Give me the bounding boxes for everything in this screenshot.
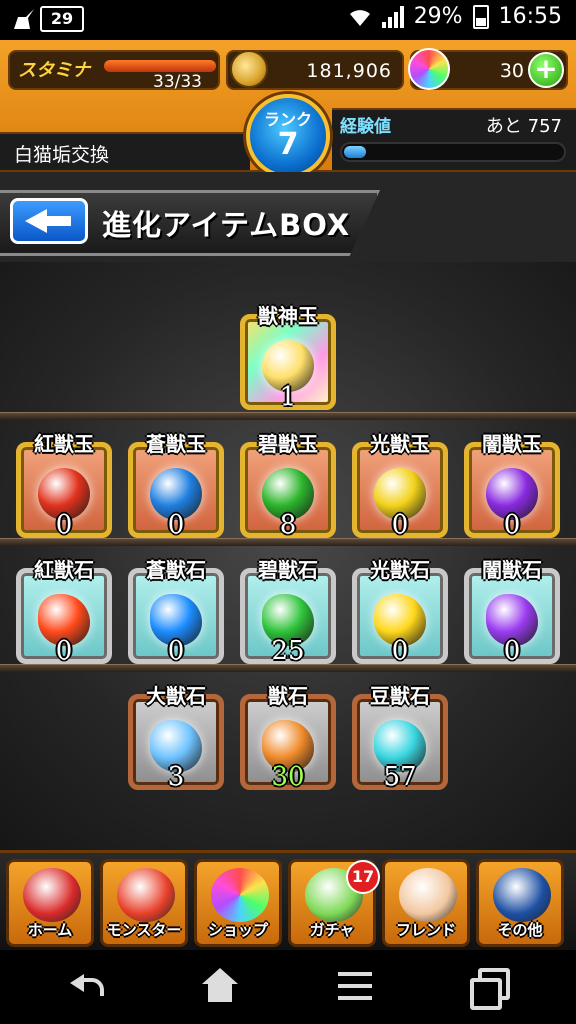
nav-label: ガチャ bbox=[309, 921, 355, 939]
nav-radar[interactable]: その他 bbox=[476, 859, 564, 947]
radar-icon bbox=[493, 868, 551, 922]
player-name-panel: 白猫垢交換 bbox=[0, 132, 250, 170]
item-orbs-3[interactable]: 光獣玉 0 bbox=[352, 428, 448, 540]
battery-percent: 29% bbox=[413, 4, 463, 29]
item-stones-3[interactable]: 光獣石 0 bbox=[352, 554, 448, 666]
exp-fill bbox=[344, 146, 367, 158]
player-name: 白猫垢交換 bbox=[14, 144, 110, 166]
item-orbs-1[interactable]: 蒼獣玉 0 bbox=[128, 428, 224, 540]
rainbow-orb-icon bbox=[211, 868, 269, 922]
coin-value: 181,906 bbox=[306, 60, 392, 82]
item-name: 紅獣石 bbox=[34, 558, 94, 582]
bottom-nav: ホーム モンスター ショップ ガチャ フレンド その他 bbox=[0, 850, 576, 950]
section-divider bbox=[0, 412, 576, 420]
item-name: 獣神玉 bbox=[258, 304, 318, 328]
item-stones-4[interactable]: 闇獣石 0 bbox=[464, 554, 560, 666]
player-header: スタミナ 33/33 181,906 30 + 白猫垢交換 経験値 あと 757… bbox=[0, 40, 576, 178]
clock: 16:55 bbox=[498, 4, 562, 29]
nav-label: ショップ bbox=[207, 921, 268, 939]
exp-remaining: あと 757 bbox=[485, 116, 562, 137]
home-nav-icon[interactable] bbox=[200, 968, 240, 1004]
calendar-icon: 29 bbox=[40, 6, 84, 32]
handshake-icon bbox=[399, 868, 457, 922]
item-count: 0 bbox=[55, 636, 73, 666]
item-orbs-4[interactable]: 闇獣玉 0 bbox=[464, 428, 560, 540]
item-name: 闇獣玉 bbox=[482, 432, 542, 456]
signal-icon bbox=[381, 5, 404, 28]
wifi-icon bbox=[348, 6, 372, 28]
nav-monster[interactable]: モンスター bbox=[100, 859, 188, 947]
back-nav-icon[interactable] bbox=[66, 968, 106, 1004]
nav-label: モンスター bbox=[106, 921, 182, 939]
item-name: 闇獣石 bbox=[482, 558, 542, 582]
orb-icon bbox=[408, 48, 450, 90]
item-count: 0 bbox=[391, 510, 409, 540]
item-name: 獣石 bbox=[268, 684, 308, 708]
item-orbs-0[interactable]: 紅獣玉 0 bbox=[16, 428, 112, 540]
item-name: 碧獣石 bbox=[258, 558, 318, 582]
back-button[interactable] bbox=[10, 198, 88, 244]
coin-panel: 181,906 bbox=[226, 50, 404, 90]
item-misc-0[interactable]: 大獣石 3 bbox=[128, 680, 224, 792]
rank-value: 7 bbox=[277, 127, 299, 162]
stamina-label: スタミナ bbox=[18, 60, 90, 81]
item-misc-2[interactable]: 豆獣石 57 bbox=[352, 680, 448, 792]
item-count: 0 bbox=[503, 636, 521, 666]
exp-panel: 経験値 あと 757 bbox=[332, 108, 576, 170]
item-count: 1 bbox=[279, 382, 297, 412]
nav-label: その他 bbox=[497, 921, 543, 939]
coin-icon bbox=[230, 50, 268, 88]
menu-nav-icon[interactable] bbox=[336, 968, 376, 1004]
item-count: 25 bbox=[271, 636, 305, 666]
status-bar: 29 29% 16:55 bbox=[0, 0, 576, 40]
orb-value: 30 bbox=[499, 60, 524, 82]
title-area: 進化アイテムBOX bbox=[0, 172, 576, 262]
rank-badge: ランク 7 bbox=[246, 94, 330, 178]
system-nav-bar bbox=[0, 950, 576, 1024]
recent-apps-icon[interactable] bbox=[470, 968, 510, 1010]
item-count: 30 bbox=[271, 762, 305, 792]
item-stones-1[interactable]: 蒼獣石 0 bbox=[128, 554, 224, 666]
item-name: 豆獣石 bbox=[370, 684, 430, 708]
item-name: 蒼獣石 bbox=[146, 558, 206, 582]
cleaner-icon bbox=[14, 9, 34, 29]
stamina-bar bbox=[104, 60, 216, 72]
item-count: 0 bbox=[167, 510, 185, 540]
item-count: 57 bbox=[383, 762, 417, 792]
home-dragon-icon bbox=[23, 868, 81, 922]
nav-label: フレンド bbox=[395, 921, 456, 939]
stamina-value: 33/33 bbox=[153, 72, 202, 92]
item-count: 0 bbox=[167, 636, 185, 666]
nav-rainbow-orb[interactable]: ショップ bbox=[194, 859, 282, 947]
nav-home-dragon[interactable]: ホーム bbox=[6, 859, 94, 947]
item-stones-2[interactable]: 碧獣石 25 bbox=[240, 554, 336, 666]
item-count: 3 bbox=[167, 762, 185, 792]
item-count: 0 bbox=[503, 510, 521, 540]
nav-label: ホーム bbox=[27, 921, 73, 939]
item-stones-0[interactable]: 紅獣石 0 bbox=[16, 554, 112, 666]
gacha-badge: 17 bbox=[346, 860, 380, 894]
page-title: 進化アイテムBOX bbox=[102, 208, 351, 242]
item-name: 紅獣玉 bbox=[34, 432, 94, 456]
item-name: 碧獣玉 bbox=[258, 432, 318, 456]
stamina-panel[interactable]: スタミナ 33/33 bbox=[8, 50, 220, 92]
exp-label: 経験値 bbox=[340, 117, 391, 137]
monster-icon bbox=[117, 868, 175, 922]
item-name: 光獣石 bbox=[370, 558, 430, 582]
item-count: 0 bbox=[391, 636, 409, 666]
item-box: 獣神玉 1 紅獣玉 0 蒼獣玉 0 碧獣玉 8 光獣玉 0 闇獣玉 0 紅獣石 0 蒼獣石 0 碧獣石 25 光獣石… bbox=[0, 262, 576, 850]
item-count: 8 bbox=[279, 510, 297, 540]
item-top-0[interactable]: 獣神玉 1 bbox=[240, 300, 336, 412]
add-orb-button[interactable]: + bbox=[528, 52, 564, 88]
item-orbs-2[interactable]: 碧獣玉 8 bbox=[240, 428, 336, 540]
item-name: 大獣石 bbox=[146, 684, 206, 708]
exp-bar bbox=[340, 142, 566, 162]
battery-icon bbox=[472, 4, 489, 29]
nav-handshake[interactable]: フレンド bbox=[382, 859, 470, 947]
item-name: 蒼獣玉 bbox=[146, 432, 206, 456]
item-name: 光獣玉 bbox=[370, 432, 430, 456]
item-misc-1[interactable]: 獣石 30 bbox=[240, 680, 336, 792]
orb-panel: 30 + bbox=[408, 48, 568, 90]
item-count: 0 bbox=[55, 510, 73, 540]
